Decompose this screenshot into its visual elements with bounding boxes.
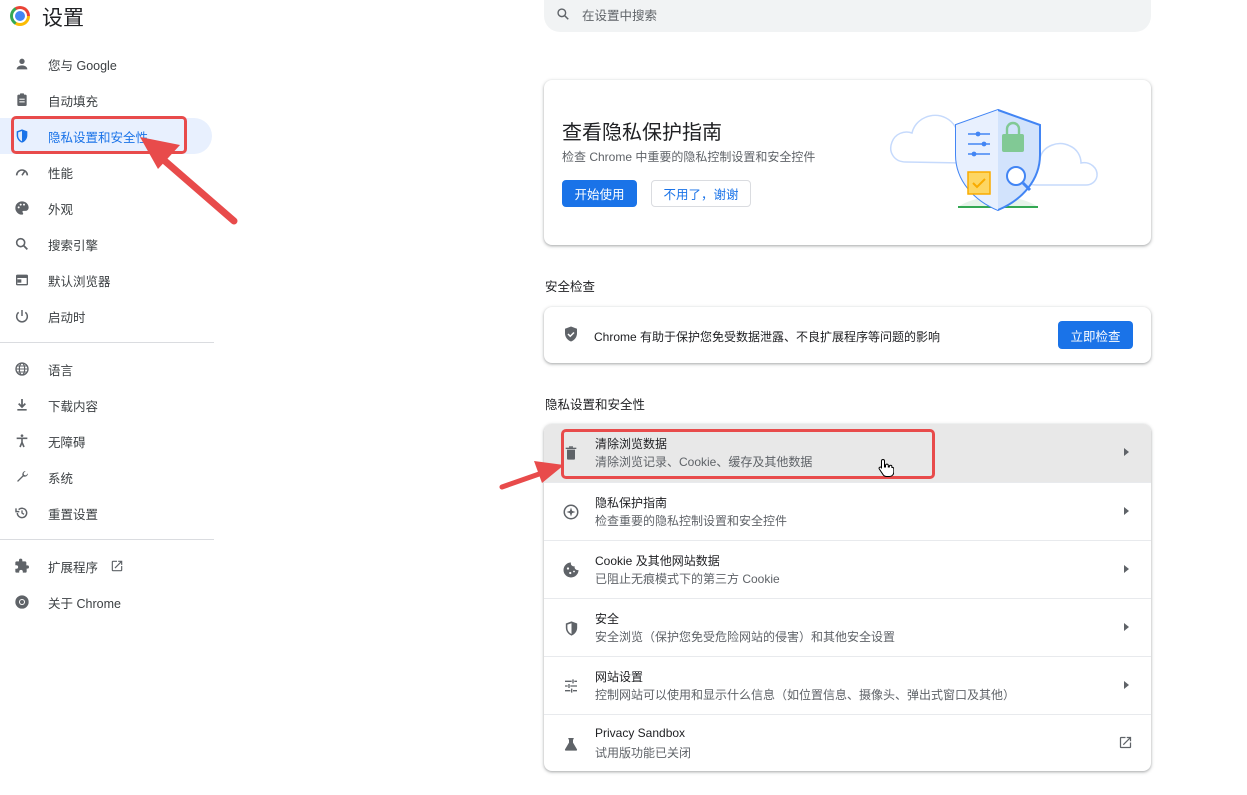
- privacy-sandbox-row[interactable]: Privacy Sandbox 试用版功能已关闭: [544, 714, 1151, 771]
- no-thanks-button[interactable]: 不用了，谢谢: [651, 180, 751, 207]
- chrome-logo-icon: [10, 6, 30, 26]
- sidebar-item-label: 系统: [48, 471, 74, 486]
- open-in-new-icon[interactable]: [1118, 735, 1133, 755]
- row-title: Cookie 及其他网站数据: [595, 554, 720, 568]
- sidebar-item-label: 重置设置: [48, 507, 99, 522]
- sidebar-item-label: 隐私设置和安全性: [48, 130, 149, 145]
- search-icon: [12, 234, 32, 254]
- row-subtitle: 安全浏览（保护您免受危险网站的侵害）和其他安全设置: [595, 630, 896, 644]
- sidebar-item-autofill[interactable]: 自动填充: [0, 82, 214, 118]
- search-input[interactable]: [582, 9, 1102, 23]
- sidebar-item-reset[interactable]: 重置设置: [0, 495, 214, 531]
- chevron-right-icon: [1124, 623, 1129, 631]
- chevron-right-icon: [1124, 507, 1129, 515]
- sidebar-item-default-browser[interactable]: 默认浏览器: [0, 262, 214, 298]
- promo-description: 检查 Chrome 中重要的隐私控制设置和安全控件: [562, 150, 816, 164]
- sidebar-item-label: 语言: [48, 363, 74, 378]
- privacy-security-heading: 隐私设置和安全性: [545, 398, 646, 412]
- flask-icon: [561, 734, 581, 754]
- sidebar-item-extensions[interactable]: 扩展程序: [0, 548, 214, 584]
- accessibility-icon: [12, 431, 32, 451]
- sidebar-item-label: 关于 Chrome: [48, 596, 121, 611]
- sidebar-item-label: 搜索引擎: [48, 238, 99, 253]
- search-icon: [556, 7, 570, 26]
- sidebar-item-privacy-security[interactable]: 隐私设置和安全性: [0, 118, 212, 154]
- page-title: 设置: [42, 7, 84, 30]
- power-icon: [12, 306, 32, 326]
- sidebar-divider: [0, 342, 214, 343]
- safety-check-heading: 安全检查: [545, 280, 596, 294]
- privacy-settings-list: 清除浏览数据 清除浏览记录、Cookie、缓存及其他数据 隐私保护指南 检查重要…: [544, 424, 1151, 771]
- row-subtitle: 已阻止无痕模式下的第三方 Cookie: [595, 572, 780, 586]
- sidebar-item-label: 默认浏览器: [48, 274, 111, 289]
- sidebar-item-label: 下载内容: [48, 399, 99, 414]
- sidebar-item-label: 性能: [48, 166, 74, 181]
- person-icon: [12, 54, 32, 74]
- clipboard-icon: [12, 90, 32, 110]
- chrome-icon: [12, 592, 32, 612]
- speedometer-icon: [12, 162, 32, 182]
- safety-check-card: Chrome 有助于保护您免受数据泄露、不良扩展程序等问题的影响 立即检查: [544, 307, 1151, 363]
- chevron-right-icon: [1124, 681, 1129, 689]
- promo-title: 查看隐私保护指南: [562, 122, 722, 144]
- sidebar-item-label: 扩展程序: [48, 560, 99, 575]
- row-subtitle: 清除浏览记录、Cookie、缓存及其他数据: [595, 455, 813, 469]
- sidebar-item-appearance[interactable]: 外观: [0, 190, 214, 226]
- cookies-row[interactable]: Cookie 及其他网站数据 已阻止无痕模式下的第三方 Cookie: [544, 540, 1151, 598]
- sidebar-item-search-engine[interactable]: 搜索引擎: [0, 226, 214, 262]
- sidebar-divider: [0, 539, 214, 540]
- tune-icon: [561, 676, 581, 696]
- row-subtitle: 控制网站可以使用和显示什么信息（如位置信息、摄像头、弹出式窗口及其他）: [595, 688, 1016, 702]
- row-title: 安全: [595, 612, 620, 626]
- row-subtitle: 检查重要的隐私控制设置和安全控件: [595, 514, 788, 528]
- sidebar-item-downloads[interactable]: 下载内容: [0, 387, 214, 423]
- sidebar-item-languages[interactable]: 语言: [0, 351, 214, 387]
- search-bar[interactable]: [544, 0, 1151, 32]
- shield-icon: [561, 618, 581, 638]
- wrench-icon: [12, 467, 32, 487]
- open-in-new-icon[interactable]: [110, 559, 124, 573]
- clear-browsing-data-row[interactable]: 清除浏览数据 清除浏览记录、Cookie、缓存及其他数据: [544, 424, 1151, 482]
- sidebar: 您与 Google 自动填充 隐私设置和安全性 性能 外观 搜索引擎 默认浏览器…: [0, 46, 214, 620]
- shield-check-icon: [562, 325, 580, 348]
- sidebar-item-label: 启动时: [48, 310, 86, 325]
- sidebar-item-label: 您与 Google: [48, 58, 117, 73]
- sidebar-item-you-and-google[interactable]: 您与 Google: [0, 46, 214, 82]
- palette-icon: [12, 198, 32, 218]
- sidebar-item-label: 自动填充: [48, 94, 99, 109]
- shield-icon: [12, 126, 32, 146]
- sidebar-item-label: 无障碍: [48, 435, 86, 450]
- row-title: 隐私保护指南: [595, 496, 668, 510]
- sidebar-item-system[interactable]: 系统: [0, 459, 214, 495]
- sidebar-item-about-chrome[interactable]: 关于 Chrome: [0, 584, 214, 620]
- sidebar-item-label: 外观: [48, 202, 74, 217]
- chevron-right-icon: [1124, 448, 1129, 456]
- globe-icon: [12, 359, 32, 379]
- compass-icon: [561, 502, 581, 522]
- chevron-right-icon: [1124, 565, 1129, 573]
- security-row[interactable]: 安全 安全浏览（保护您免受危险网站的侵害）和其他安全设置: [544, 598, 1151, 656]
- row-title: Privacy Sandbox: [595, 726, 686, 740]
- start-guide-button[interactable]: 开始使用: [562, 180, 637, 207]
- privacy-guide-promo-card: 查看隐私保护指南 检查 Chrome 中重要的隐私控制设置和安全控件 开始使用 …: [544, 80, 1151, 245]
- app-header: [10, 4, 30, 28]
- row-subtitle: 试用版功能已关闭: [595, 746, 692, 760]
- sidebar-item-on-startup[interactable]: 启动时: [0, 298, 214, 334]
- puzzle-icon: [12, 556, 32, 576]
- trash-icon: [561, 443, 581, 463]
- browser-icon: [12, 270, 32, 290]
- cookie-icon: [561, 560, 581, 580]
- sidebar-item-performance[interactable]: 性能: [0, 154, 214, 190]
- privacy-guide-row[interactable]: 隐私保护指南 检查重要的隐私控制设置和安全控件: [544, 482, 1151, 540]
- row-title: 网站设置: [595, 670, 644, 684]
- download-icon: [12, 395, 32, 415]
- sidebar-item-accessibility[interactable]: 无障碍: [0, 423, 214, 459]
- safety-check-description: Chrome 有助于保护您免受数据泄露、不良扩展程序等问题的影响: [594, 330, 941, 344]
- history-icon: [12, 503, 32, 523]
- site-settings-row[interactable]: 网站设置 控制网站可以使用和显示什么信息（如位置信息、摄像头、弹出式窗口及其他）: [544, 656, 1151, 714]
- check-now-button[interactable]: 立即检查: [1058, 321, 1133, 349]
- privacy-guide-illustration-icon: [890, 108, 1098, 212]
- row-title: 清除浏览数据: [595, 437, 668, 451]
